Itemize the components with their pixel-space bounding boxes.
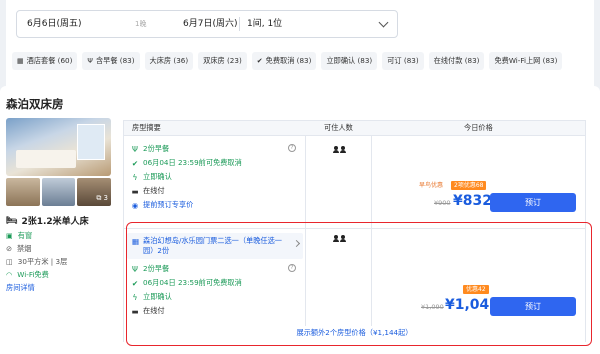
room-title: 森泊双床房 [6, 97, 64, 111]
nights-count: 1晚 [135, 20, 147, 28]
filter-chip-instant[interactable]: 立即确认 (83) [321, 52, 378, 70]
photo-thumbnails: ⧉ 3 [6, 178, 112, 206]
card-icon: ▬ [131, 186, 139, 196]
room-attributes: ▣ 有窗 ⊘ 禁烟 ◫ 30平方米 | 3层 ◠ Wi-Fi免费 [6, 229, 116, 281]
check-icon: ✔ [256, 57, 263, 65]
divider [239, 17, 240, 31]
thumbnail[interactable] [6, 178, 40, 206]
header-price: 今日价格 [464, 123, 493, 132]
filter-label: 可订 (83) [387, 56, 419, 65]
chevron-down-icon[interactable] [378, 17, 389, 28]
feature-label: 立即确认 [143, 172, 172, 181]
photo-window [77, 124, 105, 160]
filter-label: 双床房 (23) [203, 56, 242, 65]
checkout-date[interactable]: 6月7日(周六) [183, 11, 237, 37]
feature-label: 06月04日 23:59前可免费取消 [143, 158, 242, 167]
filter-chip-king[interactable]: 大床房 (36) [144, 52, 194, 70]
bed-label: 2张1.2米单人床 [21, 217, 89, 227]
filter-chip-twin[interactable]: 双床房 (23) [198, 52, 247, 70]
offer-feature: ϟ 立即确认 [131, 172, 172, 182]
attr-wifi: ◠ Wi-Fi免费 [6, 268, 116, 281]
area-icon: ◫ [6, 257, 13, 266]
photo-count: ⧉ 3 [96, 194, 109, 202]
attr-label: 禁烟 [17, 243, 32, 253]
person-icon [340, 146, 346, 153]
filter-chip-package[interactable]: ▦ 酒店套餐 (60) [12, 52, 78, 70]
breakfast-icon: Ψ [132, 144, 138, 154]
attr-label: 有窗 [17, 230, 33, 240]
window-icon: ▣ [6, 231, 13, 240]
highlight-box [126, 222, 592, 346]
discount-badge: 2项优惠68 [451, 181, 487, 190]
filter-label: 免费取消 (83) [265, 56, 312, 65]
feature-label: 提前预订专享价 [143, 200, 194, 209]
person-icon [333, 146, 339, 153]
package-icon: ▦ [17, 57, 24, 65]
tag-icon: ◉ [131, 200, 139, 210]
filter-bar: ▦ 酒店套餐 (60) Ψ 含早餐 (83) 大床房 (36) 双床房 (23) ✔… [12, 52, 563, 72]
price: ¥832 [453, 193, 492, 209]
feature-label: 在线付 [143, 186, 165, 195]
original-price: ¥900 [434, 199, 451, 207]
check-circle-icon: ✔ [131, 158, 139, 168]
thumbnail[interactable]: ⧉ 3 [77, 178, 112, 206]
book-button[interactable]: 预订 [490, 193, 576, 212]
header-summary: 房型摘要 [132, 123, 161, 132]
photo-bed [16, 150, 76, 168]
filter-chip-breakfast[interactable]: Ψ 含早餐 (83) [82, 52, 140, 70]
offer-feature: Ψ 2份早餐 [131, 144, 169, 154]
filter-label: 免费Wi-Fi上网 (83) [494, 56, 558, 65]
attr-label: 30平方米 | 3层 [17, 256, 68, 266]
lightning-icon: ϟ [132, 172, 138, 182]
wifi-icon: ◠ [6, 270, 13, 279]
attr-no-smoking: ⊘ 禁烟 [6, 242, 116, 255]
room-photo[interactable] [6, 118, 111, 176]
attr-area: ◫ 30平方米 | 3层 [6, 255, 116, 268]
bed-info: 🛏 2张1.2米单人床 [6, 214, 89, 228]
info-icon[interactable]: ? [288, 144, 296, 152]
filter-chip-free-cancel[interactable]: ✔ 免费取消 (83) [251, 52, 317, 70]
filter-chip-online-pay[interactable]: 在线付款 (83) [428, 52, 485, 70]
offer-feature[interactable]: ◉ 提前预订专享价 [131, 200, 194, 210]
breakfast-icon: Ψ [87, 57, 93, 65]
room-details-link[interactable]: 房间详情 [6, 283, 35, 293]
bed-icon: 🛏 [6, 215, 18, 226]
filter-chip-available[interactable]: 可订 (83) [382, 52, 424, 70]
discount-label: 早鸟优惠 [419, 182, 444, 189]
rooms-guests[interactable]: 1间, 1位 [247, 11, 282, 37]
offer-feature: ✔ 06月04日 23:59前可免费取消 [131, 158, 242, 168]
filter-label: 酒店套餐 (60) [26, 56, 73, 65]
search-card: 6月6日(周五) 1晚 6月7日(周六) 1间, 1位 ▦ 酒店套餐 (60) Ψ… [6, 0, 594, 100]
attr-window: ▣ 有窗 [6, 229, 116, 242]
occupancy-icons [333, 146, 346, 153]
filter-chip-wifi[interactable]: 免费Wi-Fi上网 (83) [489, 52, 563, 70]
date-selector[interactable]: 6月6日(周五) 1晚 6月7日(周六) 1间, 1位 [16, 10, 398, 38]
photo-count-value: 3 [103, 194, 109, 202]
feature-label: 2份早餐 [143, 144, 170, 153]
checkin-date[interactable]: 6月6日(周五) [27, 11, 81, 37]
filter-label: 含早餐 (83) [95, 56, 135, 65]
table-header: 房型摘要 可住人数 今日价格 [123, 120, 586, 136]
offer-feature: ▬ 在线付 [131, 186, 165, 196]
attr-label: Wi-Fi免费 [17, 269, 49, 279]
filter-label: 大床房 (36) [149, 56, 189, 65]
filter-label: 在线付款 (83) [433, 56, 480, 65]
no-smoking-icon: ⊘ [6, 244, 13, 253]
table-border [123, 136, 124, 342]
thumbnail[interactable] [41, 178, 76, 206]
header-occupancy: 可住人数 [324, 123, 353, 132]
filter-label: 立即确认 (83) [326, 56, 373, 65]
